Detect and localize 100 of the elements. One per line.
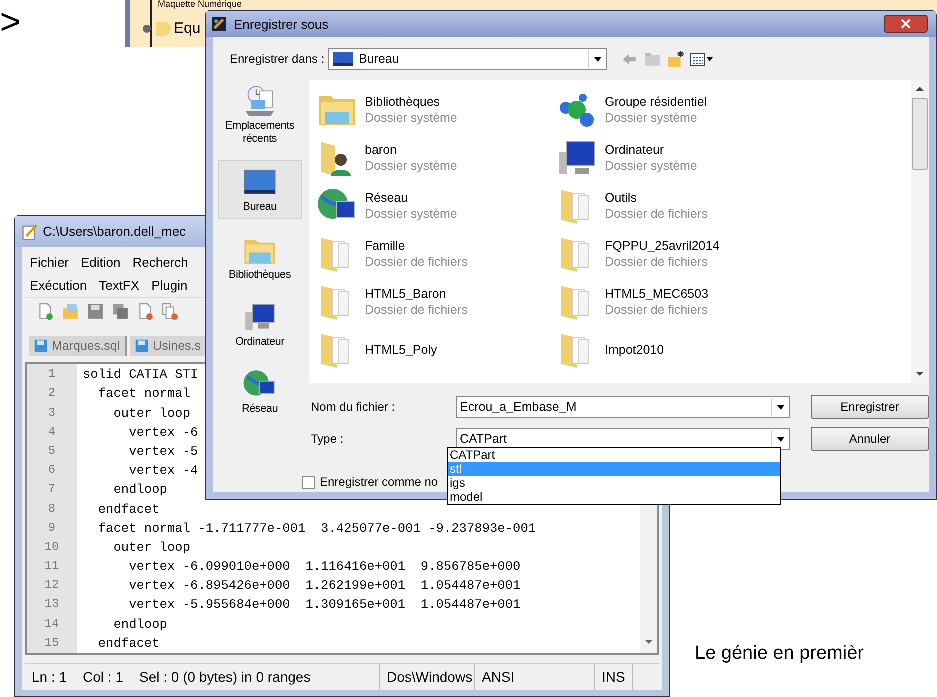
menu-item[interactable]: Recherch bbox=[132, 255, 188, 270]
code-line: endloop bbox=[112, 481, 168, 500]
status-text: Dos\Windows bbox=[387, 669, 473, 685]
dialog-title: Enregistrer sous bbox=[234, 16, 329, 32]
status-text: Ln : 1 bbox=[32, 669, 68, 685]
menu-item[interactable]: TextFX bbox=[99, 278, 140, 294]
file-item[interactable]: baron Dossier système bbox=[317, 136, 557, 180]
file-type: Dossier système bbox=[365, 207, 458, 221]
file-item[interactable]: HTML5_Baron Dossier de fichiers bbox=[317, 280, 557, 324]
line-number: 15 bbox=[44, 634, 60, 652]
notepad-icon bbox=[21, 222, 39, 241]
place-item[interactable]: Ordinateur bbox=[218, 296, 302, 353]
code-line: vertex -4 bbox=[128, 462, 198, 480]
file-item[interactable]: Bibliothèques Dossier système bbox=[317, 88, 557, 132]
scroll-down-icon[interactable] bbox=[915, 371, 925, 377]
footer-text: Le génie en premièr bbox=[695, 643, 864, 665]
line-number: 11 bbox=[44, 558, 60, 576]
file-item[interactable]: Impot2010 bbox=[557, 328, 911, 372]
file-item[interactable]: HTML5_Poly bbox=[317, 328, 557, 372]
checkbox[interactable] bbox=[302, 476, 315, 488]
view-menu-icon[interactable] bbox=[690, 50, 714, 68]
status-text: Sel : 0 (0 bytes) in 0 ranges bbox=[140, 669, 311, 685]
close-file-icon[interactable] bbox=[137, 303, 154, 320]
status-text: INS bbox=[602, 669, 626, 685]
file-type: Dossier de fichiers bbox=[605, 255, 709, 269]
field-label: Enregistrer dans : bbox=[230, 52, 326, 66]
file-item[interactable]: HTML5_MEC6503 Dossier de fichiers bbox=[557, 280, 911, 324]
location-dropdown[interactable]: Bureau bbox=[328, 48, 607, 70]
tree-item[interactable]: Maquette Numérique bbox=[158, 0, 242, 9]
line-number: 4 bbox=[48, 424, 56, 441]
scrollbar[interactable] bbox=[911, 80, 929, 383]
file-name: baron bbox=[365, 143, 398, 157]
menu-item[interactable]: Exécution bbox=[30, 278, 88, 294]
place-item[interactable]: Réseau bbox=[218, 363, 302, 420]
menu-item[interactable]: Plugin bbox=[152, 278, 188, 294]
menu-item[interactable]: Fichier bbox=[30, 255, 70, 270]
file-type: Dossier système bbox=[605, 111, 698, 125]
place-item[interactable]: Bibliothèques bbox=[218, 229, 302, 286]
file-type: Dossier système bbox=[365, 159, 458, 173]
dropdown-option[interactable]: model bbox=[448, 490, 780, 504]
chevron-text: > bbox=[0, 0, 22, 44]
line-number: 12 bbox=[44, 577, 60, 594]
window-title: C:\Users\baron.dell_mec bbox=[43, 224, 186, 240]
file-item[interactable]: Groupe résidentiel Dossier système bbox=[557, 88, 911, 132]
caret-icon bbox=[594, 56, 602, 62]
dropdown-option[interactable]: igs bbox=[448, 476, 780, 490]
file-tab[interactable]: Marques.sql bbox=[29, 336, 128, 356]
save-all-icon[interactable] bbox=[112, 303, 129, 320]
field-label: Nom du fichier : bbox=[311, 400, 396, 414]
new-folder-icon[interactable] bbox=[667, 50, 684, 68]
code-line: solid CATIA STI bbox=[83, 366, 198, 384]
close-all-icon[interactable] bbox=[162, 303, 179, 320]
status-text: ANSI bbox=[482, 669, 515, 685]
line-number: 6 bbox=[48, 462, 56, 480]
code-line: endfacet bbox=[97, 500, 160, 518]
file-name: Ordinateur bbox=[605, 143, 666, 157]
line-number: 10 bbox=[44, 538, 60, 556]
cancel-button[interactable]: Annuler bbox=[811, 427, 929, 451]
file-item[interactable]: Réseau Dossier système bbox=[317, 184, 557, 228]
monitor-icon bbox=[333, 52, 353, 66]
save-icon[interactable] bbox=[87, 303, 104, 320]
caret-icon bbox=[776, 436, 784, 442]
file-item[interactable]: Ordinateur Dossier système bbox=[557, 136, 911, 180]
close-button[interactable] bbox=[884, 15, 928, 33]
dropdown-option[interactable]: CATPart bbox=[448, 448, 780, 462]
tree-item[interactable]: Equ bbox=[174, 20, 201, 38]
menu-item[interactable]: Edition bbox=[81, 255, 121, 270]
code-line: vertex -5 bbox=[128, 442, 198, 461]
filename-field[interactable]: Ecrou_a_Embase_M bbox=[456, 396, 790, 418]
file-name: HTML5_Baron bbox=[365, 287, 448, 301]
close-icon bbox=[901, 19, 911, 29]
code-line: outer loop bbox=[112, 404, 191, 423]
place-item[interactable]: Bureau bbox=[218, 160, 302, 219]
status-text: Col : 1 bbox=[83, 669, 124, 685]
new-file-icon[interactable] bbox=[37, 303, 54, 320]
file-name: Bibliothèques bbox=[365, 95, 442, 109]
file-name: Outils bbox=[605, 191, 638, 205]
file-name: FQPPU_25avril2014 bbox=[605, 239, 720, 253]
file-name: Famille bbox=[365, 239, 406, 253]
place-item[interactable]: Emplacements récents bbox=[218, 80, 302, 150]
code-line: vertex -6.895426e+000 1.262199e+001 1.054487e+001 bbox=[128, 577, 521, 596]
line-number: 1 bbox=[48, 366, 56, 384]
file-item[interactable]: Famille Dossier de fichiers bbox=[317, 232, 557, 276]
scroll-thumb[interactable] bbox=[912, 98, 928, 170]
line-number: 5 bbox=[48, 442, 56, 460]
caret-icon bbox=[776, 404, 784, 410]
code-line: facet normal -1.711777e-001 3.425077e-001 -9.237893e-001 bbox=[97, 520, 536, 538]
file-item[interactable]: Outils Dossier de fichiers bbox=[557, 184, 911, 228]
code-line: vertex -6 bbox=[128, 424, 198, 442]
scroll-up-icon[interactable] bbox=[915, 86, 925, 92]
file-type: Dossier de fichiers bbox=[605, 207, 708, 221]
line-number: 9 bbox=[48, 520, 56, 537]
save-button[interactable]: Enregistrer bbox=[811, 395, 929, 419]
file-item[interactable]: FQPPU_25avril2014 Dossier de fichiers bbox=[557, 232, 911, 276]
file-type: Dossier de fichiers bbox=[365, 255, 468, 269]
code-line: vertex -5.955684e+000 1.309165e+001 1.054487e+001 bbox=[128, 596, 521, 614]
code-line: endfacet bbox=[97, 634, 160, 653]
line-number: 8 bbox=[48, 500, 56, 518]
tree-node-icon bbox=[142, 21, 172, 37]
scroll-down-icon[interactable] bbox=[644, 639, 654, 645]
